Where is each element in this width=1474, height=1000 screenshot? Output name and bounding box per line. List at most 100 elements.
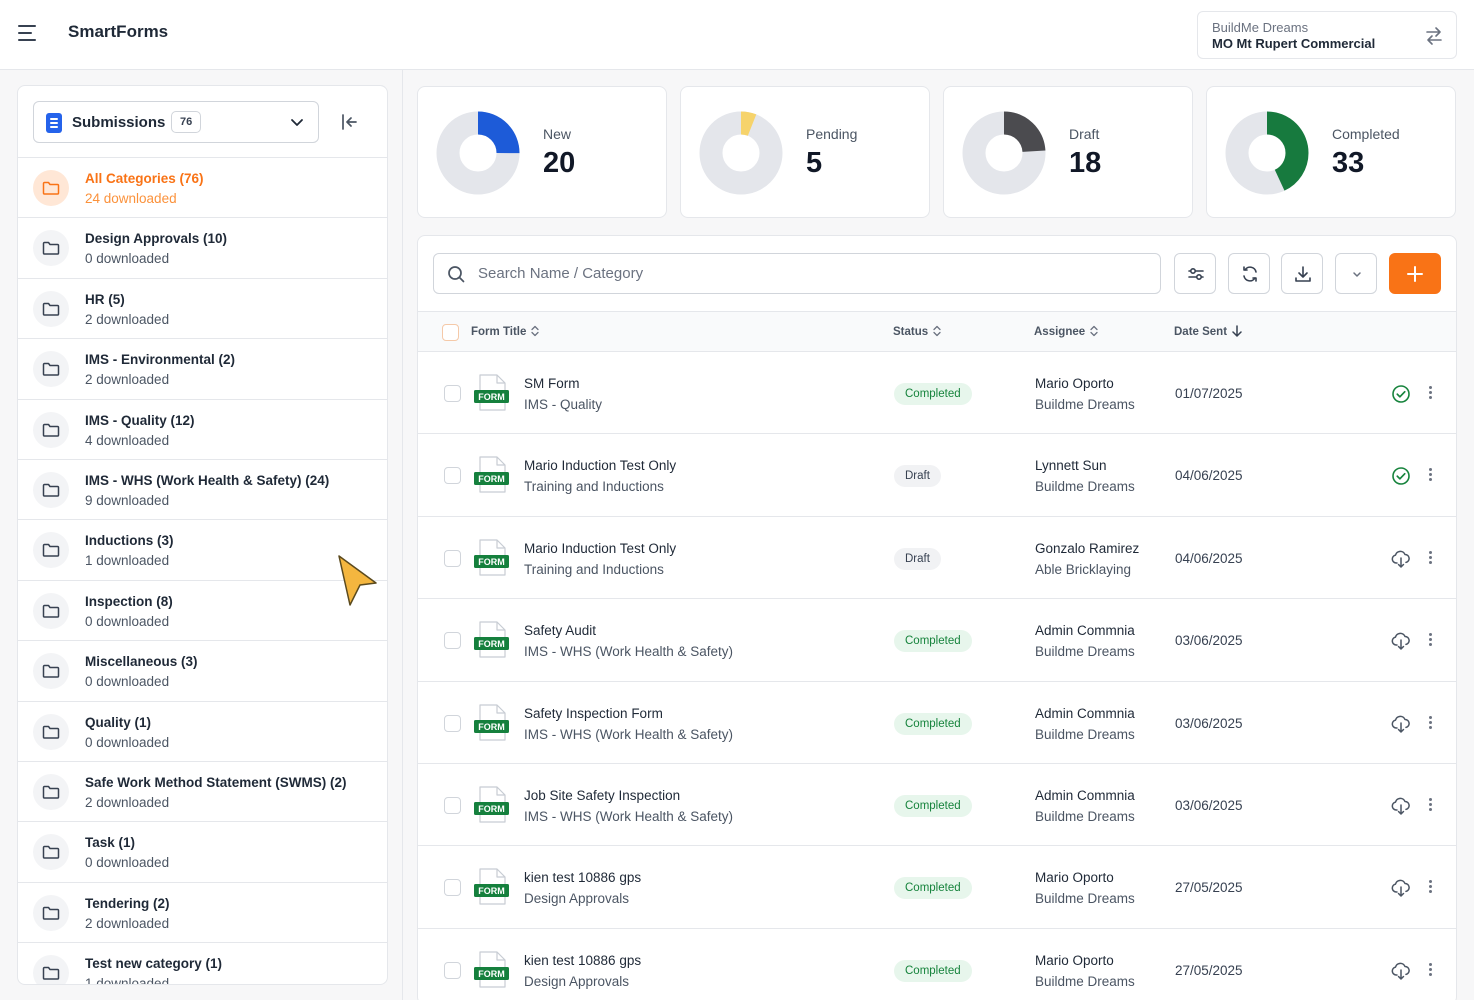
category-item[interactable]: All Categories (76) 24 downloaded bbox=[18, 158, 387, 219]
form-title[interactable]: kien test 10886 gps bbox=[524, 953, 641, 968]
date-sent: 03/06/2025 bbox=[1175, 715, 1243, 731]
column-status[interactable]: Status bbox=[893, 325, 942, 338]
svg-text:FORM: FORM bbox=[478, 886, 505, 896]
row-checkbox[interactable] bbox=[444, 632, 461, 650]
row-checkbox[interactable] bbox=[444, 797, 461, 814]
row-more-options-icon[interactable] bbox=[1422, 961, 1438, 981]
category-item[interactable]: Inductions (3) 1 downloaded bbox=[18, 520, 387, 581]
row-more-options-icon[interactable] bbox=[1422, 796, 1438, 816]
sort-icon bbox=[531, 325, 540, 337]
sidebar-header: Submissions 76 bbox=[18, 86, 387, 158]
column-form-title[interactable]: Form Title bbox=[471, 325, 540, 338]
table-row[interactable]: FORM Safety Inspection Form IMS - WHS (Wor… bbox=[418, 682, 1456, 764]
category-item[interactable]: Quality (1) 0 downloaded bbox=[18, 702, 387, 762]
menu-icon[interactable] bbox=[18, 25, 38, 41]
category-name: Inductions (3) bbox=[85, 533, 174, 549]
form-document-icon: FORM bbox=[474, 539, 509, 576]
stat-card-new[interactable]: New 20 bbox=[417, 86, 667, 218]
form-title[interactable]: Job Site Safety Inspection bbox=[524, 788, 680, 803]
chevron-down-icon bbox=[291, 119, 303, 126]
form-title[interactable]: Safety Inspection Form bbox=[524, 706, 663, 721]
category-name: Inspection (8) bbox=[85, 593, 173, 609]
row-checkbox[interactable] bbox=[444, 961, 461, 979]
add-submission-button[interactable] bbox=[1389, 253, 1441, 294]
table-row[interactable]: FORM kien test 10886 gps Design Approvals C… bbox=[418, 846, 1456, 929]
table-row[interactable]: FORM Mario Induction Test Only Training an… bbox=[418, 434, 1456, 517]
check-circle-icon[interactable] bbox=[1391, 384, 1411, 404]
category-item[interactable]: Tendering (2) 2 downloaded bbox=[18, 883, 387, 944]
collapse-sidebar-icon[interactable] bbox=[340, 112, 360, 132]
category-item[interactable]: HR (5) 2 downloaded bbox=[18, 279, 387, 340]
cloud-download-icon[interactable] bbox=[1391, 961, 1411, 981]
category-downloaded-count: 0 downloaded bbox=[85, 855, 170, 871]
sidebar-area: Submissions 76 All Categories (76) 24 dow… bbox=[0, 70, 403, 1000]
cloud-download-icon[interactable] bbox=[1391, 549, 1411, 569]
category-downloaded-count: 0 downloaded bbox=[85, 613, 170, 629]
sort-icon bbox=[933, 325, 941, 337]
check-circle-icon[interactable] bbox=[1391, 466, 1411, 486]
stat-card-pending[interactable]: Pending 5 bbox=[680, 86, 930, 218]
status-badge: Completed bbox=[894, 712, 972, 735]
refresh-button[interactable] bbox=[1228, 253, 1270, 294]
cloud-download-icon[interactable] bbox=[1391, 796, 1411, 816]
row-more-options-icon[interactable] bbox=[1422, 466, 1438, 486]
status-badge: Completed bbox=[894, 959, 972, 982]
row-checkbox[interactable] bbox=[444, 714, 461, 732]
category-item[interactable]: Safe Work Method Statement (SWMS) (2) 2 d… bbox=[18, 762, 387, 823]
row-more-options-icon[interactable] bbox=[1422, 878, 1438, 898]
category-item[interactable]: Miscellaneous (3) 0 downloaded bbox=[18, 641, 387, 702]
stat-value: 20 bbox=[543, 147, 576, 179]
cloud-download-icon[interactable] bbox=[1391, 714, 1411, 734]
row-checkbox[interactable] bbox=[444, 879, 461, 897]
select-all-checkbox[interactable] bbox=[442, 324, 459, 341]
category-item[interactable]: IMS - Quality (12) 4 downloaded bbox=[18, 400, 387, 460]
form-title[interactable]: kien test 10886 gps bbox=[524, 870, 641, 885]
submissions-dropdown[interactable]: Submissions 76 bbox=[33, 101, 319, 143]
folder-icon bbox=[33, 894, 69, 931]
row-more-options-icon[interactable] bbox=[1422, 714, 1438, 734]
form-title[interactable]: Mario Induction Test Only bbox=[524, 458, 676, 473]
column-assignee[interactable]: Assignee bbox=[1034, 325, 1099, 338]
row-checkbox[interactable] bbox=[444, 549, 461, 567]
svg-text:FORM: FORM bbox=[478, 392, 505, 402]
category-downloaded-count: 0 downloaded bbox=[85, 251, 170, 267]
stat-card-completed[interactable]: Completed 33 bbox=[1206, 86, 1456, 218]
row-checkbox[interactable] bbox=[444, 467, 461, 485]
table-row[interactable]: FORM Job Site Safety Inspection IMS - WHS … bbox=[418, 764, 1456, 847]
search-input[interactable] bbox=[478, 254, 1148, 293]
row-more-options-icon[interactable] bbox=[1422, 549, 1438, 569]
category-item[interactable]: Inspection (8) 0 downloaded bbox=[18, 581, 387, 642]
form-document-icon: FORM bbox=[474, 703, 509, 741]
form-title[interactable]: Mario Induction Test Only bbox=[524, 541, 676, 556]
folder-icon bbox=[33, 471, 69, 508]
column-date-sent[interactable]: Date Sent bbox=[1174, 325, 1243, 338]
row-checkbox[interactable] bbox=[444, 385, 461, 402]
table-row[interactable]: FORM kien test 10886 gps Design Approvals C… bbox=[418, 929, 1456, 1000]
folder-icon bbox=[33, 411, 69, 448]
category-item[interactable]: IMS - Environmental (2) 2 downloaded bbox=[18, 339, 387, 400]
donut-chart bbox=[1225, 111, 1309, 195]
category-item[interactable]: Task (1) 0 downloaded bbox=[18, 822, 387, 883]
table-row[interactable]: FORM SM Form IMS - Quality Completed Mario O… bbox=[418, 352, 1456, 435]
category-name: All Categories (76) bbox=[85, 171, 204, 186]
row-more-options-icon[interactable] bbox=[1422, 631, 1438, 651]
date-sent: 27/05/2025 bbox=[1175, 880, 1243, 896]
table-row[interactable]: FORM Mario Induction Test Only Training an… bbox=[418, 517, 1456, 600]
category-item[interactable]: Test new category (1) 1 downloaded bbox=[18, 943, 387, 984]
category-item[interactable]: Design Approvals (10) 0 downloaded bbox=[18, 218, 387, 279]
stat-card-draft[interactable]: Draft 18 bbox=[943, 86, 1193, 218]
organization-switcher[interactable]: BuildMe Dreams MO Mt Rupert Commercial bbox=[1197, 11, 1457, 59]
form-document-icon: FORM bbox=[474, 374, 509, 411]
more-options-dropdown[interactable] bbox=[1335, 253, 1377, 294]
table-header: Form Title Status Assignee Date Sent bbox=[418, 311, 1456, 352]
form-title[interactable]: Safety Audit bbox=[524, 623, 596, 638]
table-row[interactable]: FORM Safety Audit IMS - WHS (Work Health &… bbox=[418, 599, 1456, 682]
filter-button[interactable] bbox=[1174, 253, 1216, 294]
form-title[interactable]: SM Form bbox=[524, 376, 580, 391]
row-more-options-icon[interactable] bbox=[1422, 384, 1438, 404]
download-button[interactable] bbox=[1281, 253, 1323, 294]
category-item[interactable]: IMS - WHS (Work Health & Safety) (24) 9 d… bbox=[18, 460, 387, 521]
assignee-name: Admin Commnia bbox=[1035, 788, 1135, 803]
cloud-download-icon[interactable] bbox=[1391, 878, 1411, 898]
cloud-download-icon[interactable] bbox=[1391, 631, 1411, 651]
